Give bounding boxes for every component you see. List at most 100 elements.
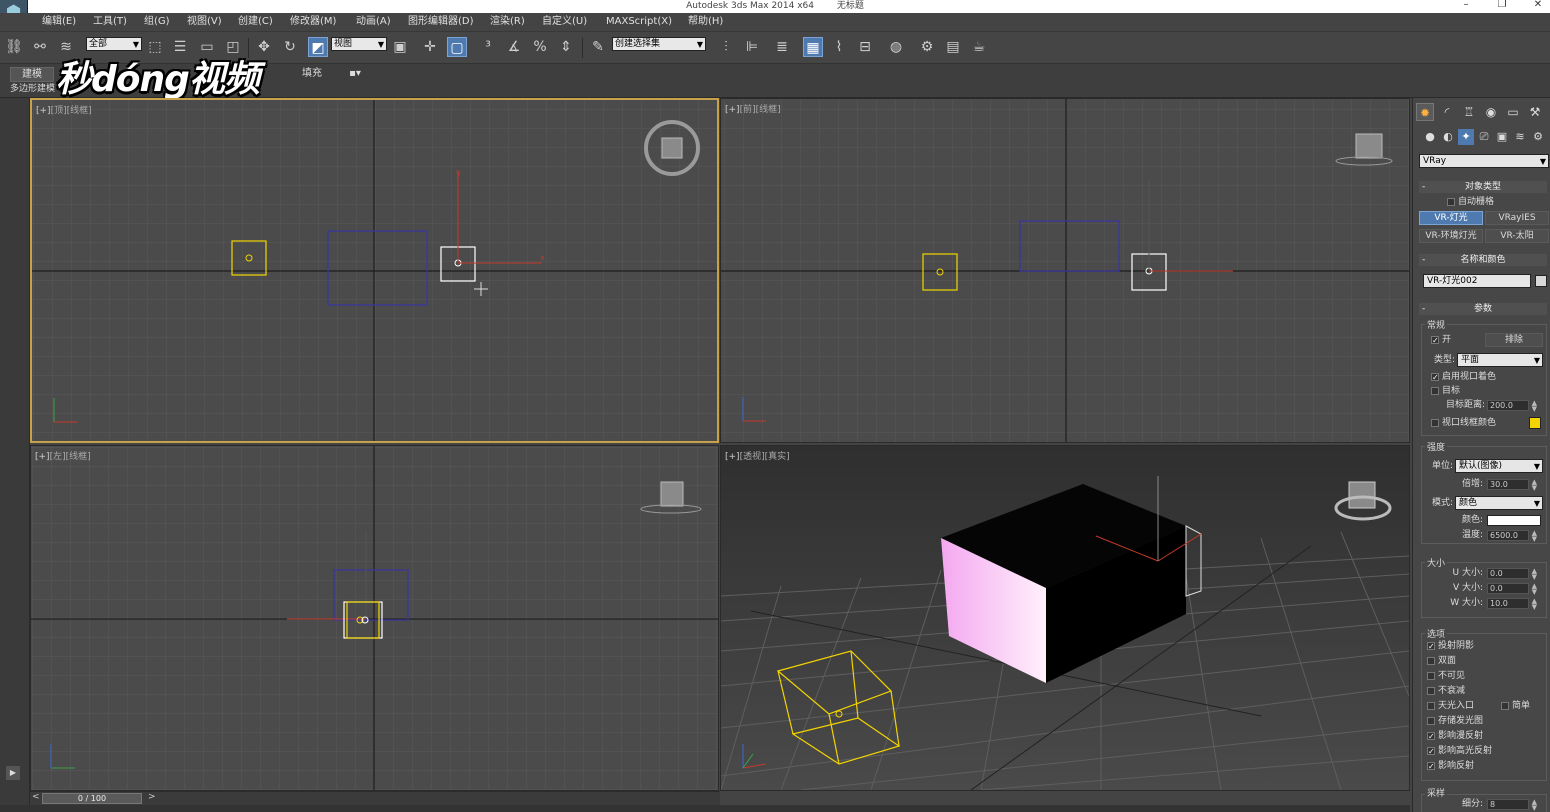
ribbon-options-icon[interactable]: ▪▾ bbox=[344, 67, 366, 82]
targeted-checkbox[interactable]: 目标 bbox=[1431, 385, 1460, 397]
align-icon[interactable]: ⊫ bbox=[742, 37, 762, 57]
temperature-spinner[interactable]: 6500.0 ▲ ▼ bbox=[1487, 530, 1537, 543]
menu-edit[interactable]: 编辑(E) bbox=[42, 15, 76, 29]
play-icon[interactable]: ▶ bbox=[6, 766, 20, 780]
store-irradiance-checkbox[interactable]: 存储发光图 bbox=[1427, 715, 1483, 727]
invisible-checkbox[interactable]: 不可见 bbox=[1427, 670, 1465, 682]
mode-dropdown[interactable]: 颜色 ▼ bbox=[1455, 496, 1543, 510]
viewport-wire-color-checkbox[interactable]: 视口线框颜色 bbox=[1431, 417, 1496, 429]
affect-reflections-checkbox[interactable]: ✓ 影响反射 bbox=[1427, 760, 1474, 772]
cast-shadows-checkbox[interactable]: ✓ 投射阴影 bbox=[1427, 640, 1474, 652]
auto-grid-checkbox[interactable]: 自动栅格 bbox=[1447, 196, 1494, 208]
helpers-icon[interactable]: ▣ bbox=[1494, 129, 1510, 145]
viewport-left[interactable]: [+][左][线框] bbox=[30, 445, 719, 791]
vr-sun-button[interactable]: VR-太阳 bbox=[1485, 229, 1549, 243]
tab-modeling[interactable]: 建模 bbox=[10, 67, 54, 82]
curve-editor-icon[interactable]: ⌇ bbox=[829, 37, 849, 57]
layer-manager-icon[interactable]: ≣ bbox=[772, 37, 792, 57]
shapes-icon[interactable]: ◐ bbox=[1440, 129, 1456, 145]
viewport-perspective[interactable]: [+][透视][真实] bbox=[720, 445, 1410, 791]
render-setup-icon[interactable]: ⚙ bbox=[917, 37, 937, 57]
menu-group[interactable]: 组(G) bbox=[144, 15, 170, 29]
graphite-toggle-icon[interactable]: ▦ bbox=[803, 37, 823, 57]
enable-viewport-shading-checkbox[interactable]: ✓ 启用视口着色 bbox=[1431, 371, 1496, 383]
menu-help[interactable]: 帮助(H) bbox=[688, 15, 723, 29]
category-dropdown[interactable]: VRay ▼ bbox=[1419, 154, 1549, 168]
hierarchy-tab-icon[interactable]: ♖ bbox=[1460, 103, 1478, 121]
menu-graph-editors[interactable]: 图形编辑器(D) bbox=[408, 15, 474, 29]
reference-coord-dropdown[interactable]: 视图 ▼ bbox=[331, 37, 387, 51]
no-decay-checkbox[interactable]: 不衰减 bbox=[1427, 685, 1465, 697]
systems-icon[interactable]: ⚙ bbox=[1530, 129, 1546, 145]
polygon-modeling-label[interactable]: 多边形建模 bbox=[10, 83, 55, 95]
named-selection-dropdown[interactable]: 创建选择集 ▼ bbox=[612, 37, 706, 51]
viewport-label[interactable]: [+][顶][线框] bbox=[36, 103, 92, 116]
rollout-name-color[interactable]: - 名称和颜色 bbox=[1419, 254, 1547, 266]
vr-ambient-light-button[interactable]: VR-环境灯光 bbox=[1419, 229, 1483, 243]
schematic-view-icon[interactable]: ⊟ bbox=[855, 37, 875, 57]
object-color-swatch[interactable] bbox=[1535, 275, 1547, 287]
vrayies-button[interactable]: VRayIES bbox=[1485, 211, 1549, 225]
maximize-button[interactable]: ❐ bbox=[1484, 0, 1520, 12]
menu-create[interactable]: 创建(C) bbox=[238, 15, 273, 29]
select-link-icon[interactable]: ⛓ bbox=[4, 37, 24, 57]
viewport-front[interactable]: [+][前][线框] bbox=[720, 98, 1410, 443]
rollout-object-type[interactable]: - 对象类型 bbox=[1419, 181, 1547, 193]
subdivs-spinner[interactable]: 8 ▲ ▼ bbox=[1487, 799, 1537, 812]
timeline-prev-button[interactable]: < bbox=[32, 792, 40, 802]
affect-diffuse-checkbox[interactable]: ✓ 影响漫反射 bbox=[1427, 730, 1483, 742]
menu-views[interactable]: 视图(V) bbox=[187, 15, 222, 29]
rollout-parameters[interactable]: - 参数 bbox=[1419, 303, 1547, 315]
skylight-portal-checkbox[interactable]: 天光入口 bbox=[1427, 700, 1474, 712]
menu-rendering[interactable]: 渲染(R) bbox=[490, 15, 525, 29]
modify-tab-icon[interactable]: ◜ bbox=[1438, 103, 1456, 121]
vr-light-button[interactable]: VR-灯光 bbox=[1419, 211, 1483, 225]
keyboard-shortcut-toggle-icon[interactable]: ▢ bbox=[447, 37, 467, 57]
minimize-button[interactable]: – bbox=[1448, 0, 1484, 12]
exclude-button[interactable]: 排除 bbox=[1485, 333, 1543, 347]
close-button[interactable]: ✕ bbox=[1520, 0, 1550, 12]
unlink-icon[interactable]: ⚯ bbox=[30, 37, 50, 57]
multiplier-spinner[interactable]: 30.0 ▲ ▼ bbox=[1487, 479, 1537, 492]
menu-modifiers[interactable]: 修改器(M) bbox=[290, 15, 336, 29]
select-manipulate-icon[interactable]: ✛ bbox=[420, 37, 440, 57]
double-sided-checkbox[interactable]: 双面 bbox=[1427, 655, 1456, 667]
v-size-spinner[interactable]: 0.0 ▲ ▼ bbox=[1487, 583, 1537, 596]
material-editor-icon[interactable]: ◍ bbox=[886, 37, 906, 57]
scale-icon[interactable]: ◩ bbox=[308, 37, 328, 57]
viewport-top[interactable]: [+][顶][线框] x y bbox=[30, 98, 719, 443]
light-type-dropdown[interactable]: 平面 ▼ bbox=[1457, 353, 1543, 367]
u-size-spinner[interactable]: 0.0 ▲ ▼ bbox=[1487, 568, 1537, 581]
time-slider[interactable]: 0 / 100 bbox=[42, 793, 142, 804]
space-warps-icon[interactable]: ≋ bbox=[1512, 129, 1528, 145]
create-tab-icon[interactable]: ✹ bbox=[1416, 103, 1434, 121]
affect-specular-checkbox[interactable]: ✓ 影响高光反射 bbox=[1427, 745, 1492, 757]
target-distance-spinner[interactable]: 200.0 ▲ ▼ bbox=[1487, 400, 1537, 413]
simple-checkbox[interactable]: 简单 bbox=[1501, 700, 1530, 712]
snaps-toggle-icon[interactable]: ³ bbox=[478, 37, 498, 57]
rendered-frame-icon[interactable]: ▤ bbox=[943, 37, 963, 57]
menu-maxscript[interactable]: MAXScript(X) bbox=[606, 15, 672, 29]
percent-snap-icon[interactable]: % bbox=[530, 37, 550, 57]
tab-populate[interactable]: 填充 bbox=[296, 67, 328, 82]
units-dropdown[interactable]: 默认(图像) ▼ bbox=[1455, 459, 1543, 473]
object-name-field[interactable]: VR-灯光002 bbox=[1423, 274, 1531, 288]
viewport-label[interactable]: [+][前][线框] bbox=[725, 102, 781, 115]
motion-tab-icon[interactable]: ◉ bbox=[1482, 103, 1500, 121]
light-color-swatch[interactable] bbox=[1487, 515, 1541, 526]
menu-customize[interactable]: 自定义(U) bbox=[542, 15, 587, 29]
rotate-icon[interactable]: ↻ bbox=[280, 37, 300, 57]
cameras-icon[interactable]: ⎚ bbox=[1476, 129, 1492, 145]
utilities-tab-icon[interactable]: ⚒ bbox=[1526, 103, 1544, 121]
mirror-icon[interactable]: ⫶ bbox=[716, 37, 736, 57]
render-production-icon[interactable]: ☕ bbox=[969, 37, 989, 57]
spinner-snap-icon[interactable]: ⇕ bbox=[556, 37, 576, 57]
wire-color-swatch[interactable] bbox=[1529, 417, 1541, 429]
w-size-spinner[interactable]: 10.0 ▲ ▼ bbox=[1487, 598, 1537, 611]
lights-icon[interactable]: ✦ bbox=[1458, 129, 1474, 145]
geometry-icon[interactable]: ● bbox=[1422, 129, 1438, 145]
selection-filter-dropdown[interactable]: 全部 ▼ bbox=[86, 37, 142, 51]
light-on-checkbox[interactable]: ✓ 开 bbox=[1431, 334, 1451, 346]
timeline-next-button[interactable]: > bbox=[148, 792, 156, 802]
menu-animation[interactable]: 动画(A) bbox=[356, 15, 391, 29]
